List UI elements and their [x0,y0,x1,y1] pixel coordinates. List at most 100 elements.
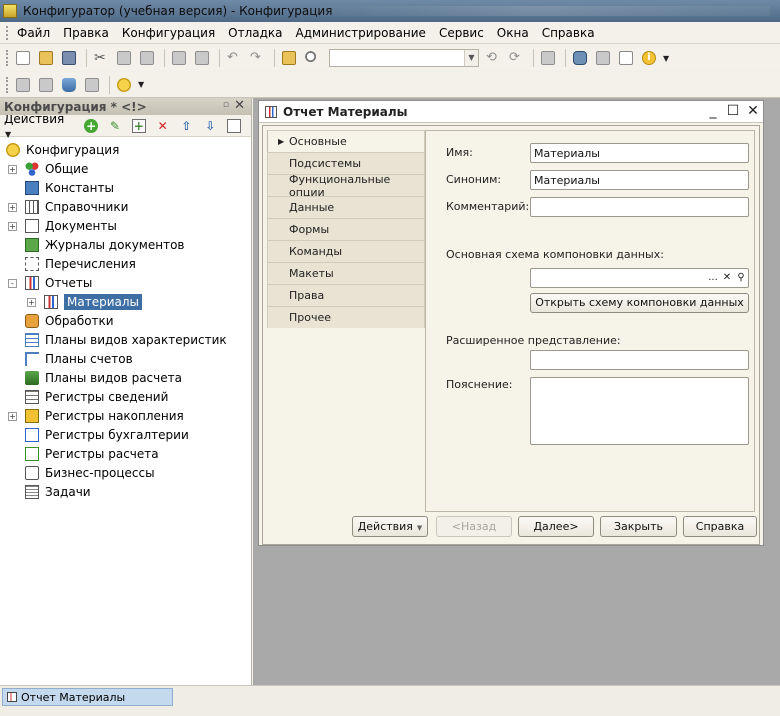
expand-icon[interactable]: + [27,298,36,307]
expand-icon[interactable]: + [8,203,17,212]
tree-item-19[interactable]: Задачи [0,483,251,502]
menu-file[interactable]: Файл [17,26,50,40]
menu-administration[interactable]: Администрирование [296,26,426,40]
tab-9[interactable]: Прочее [267,306,425,328]
close-button[interactable]: Закрыть [600,516,677,537]
open-button[interactable] [36,48,56,68]
maximize-icon[interactable]: ☐ [725,103,741,119]
tree-item-10[interactable]: Обработки [0,312,251,331]
copy-icon[interactable]: + [131,118,146,133]
tab-6[interactable]: Команды [267,240,425,262]
pin-icon[interactable]: ▫ [223,100,229,110]
name-field[interactable]: Материалы [530,143,749,163]
find-next-button[interactable]: ⟳ [506,48,526,68]
tree-item-18[interactable]: Бизнес-процессы [0,464,251,483]
help-button[interactable]: Справка [683,516,757,537]
tab-3[interactable]: Функциональные опции [267,173,425,199]
chevron-down-icon[interactable]: ▼ [138,80,144,89]
new-document-button[interactable] [13,48,33,68]
menu-configuration[interactable]: Конфигурация [122,26,215,40]
print-preview-button[interactable] [192,48,212,68]
next-button[interactable]: Далее> [518,516,594,537]
paste-button[interactable] [137,48,157,68]
tree-item-8[interactable]: - Отчеты [0,274,251,293]
close-icon[interactable]: ✕ [234,98,245,113]
tab-4[interactable]: Данные [267,196,425,218]
chevron-down-icon[interactable]: ▼ [663,54,669,63]
tab-2[interactable]: Подсистемы [267,152,425,174]
tree-item-4[interactable]: + Справочники [0,198,251,217]
tab-1[interactable]: ▶ Основные [267,130,425,152]
menu-help[interactable]: Справка [542,26,595,40]
tree-item-16[interactable]: Регистры бухгалтерии [0,426,251,445]
delete-icon[interactable]: ✕ [156,119,170,133]
redo-button[interactable]: ↷ [247,48,267,68]
add-icon[interactable]: + [84,118,99,133]
info-button[interactable]: i [639,48,659,68]
search-icon[interactable]: ⚲ [734,269,748,287]
help-book-button[interactable] [616,48,636,68]
menu-debug[interactable]: Отладка [228,26,282,40]
minimize-icon[interactable]: _ [705,103,721,119]
chevron-down-icon[interactable]: ▼ [464,50,478,66]
search-button[interactable] [302,48,322,68]
copy-button[interactable] [114,48,134,68]
update-db-button[interactable] [59,75,79,95]
open-config-button[interactable] [13,75,33,95]
actions-button[interactable]: Действия ▼ [352,516,428,537]
compare-config-button[interactable] [36,75,56,95]
clear-icon[interactable]: ✕ [720,269,734,287]
explanation-field[interactable] [530,377,749,445]
tree-item-3[interactable]: Константы [0,179,251,198]
expand-icon[interactable]: + [8,222,17,231]
run-debug-button[interactable] [114,75,134,95]
taskbar-tab-report[interactable]: Отчет Материалы [2,688,173,706]
list-icon[interactable] [227,118,242,133]
assistant-button[interactable] [570,48,590,68]
tree-item-15[interactable]: + Регистры накопления [0,407,251,426]
tree-item-5[interactable]: + Документы [0,217,251,236]
tree-item-17[interactable]: Регистры расчета [0,445,251,464]
undo-button[interactable]: ↶ [224,48,244,68]
tree-item-1[interactable]: Конфигурация [0,141,251,160]
menu-windows[interactable]: Окна [497,26,529,40]
save-button[interactable] [59,48,79,68]
windows-button[interactable] [538,48,558,68]
select-button[interactable]: ... [706,269,720,287]
properties-button[interactable] [82,75,102,95]
tree-item-2[interactable]: + Общие [0,160,251,179]
comment-field[interactable] [530,197,749,217]
back-button[interactable]: <Назад [436,516,512,537]
tree-item-7[interactable]: Перечисления [0,255,251,274]
cut-button[interactable]: ✂ [91,48,111,68]
tree-item-13[interactable]: Планы видов расчета [0,369,251,388]
tree-item-6[interactable]: Журналы документов [0,236,251,255]
move-down-icon[interactable]: ⇩ [203,119,217,133]
expand-icon[interactable]: + [8,165,17,174]
close-icon[interactable]: ✕ [745,103,761,119]
tree-item-14[interactable]: Регистры сведений [0,388,251,407]
search-input[interactable]: ▼ [329,49,479,67]
open-schema-button[interactable]: Открыть схему компоновки данных [530,293,749,313]
move-up-icon[interactable]: ⇧ [180,119,194,133]
collapse-icon[interactable]: - [8,279,17,288]
tree-item-9[interactable]: + Материалы [0,293,251,312]
menu-service[interactable]: Сервис [439,26,484,40]
actions-menu[interactable]: Действия ▼ [4,112,74,140]
print-button[interactable] [169,48,189,68]
find-in-folder-button[interactable] [279,48,299,68]
expand-icon[interactable]: + [8,412,17,421]
tree-item-label: Регистры расчета [45,447,159,461]
syntax-help-button[interactable] [593,48,613,68]
tree-item-12[interactable]: Планы счетов [0,350,251,369]
find-prev-button[interactable]: ⟲ [483,48,503,68]
tab-5[interactable]: Формы [267,218,425,240]
schema-field[interactable]: ... ✕ ⚲ [530,268,749,288]
ext-repr-field[interactable] [530,350,749,370]
synonym-field[interactable]: Материалы [530,170,749,190]
menu-edit[interactable]: Правка [63,26,109,40]
edit-icon[interactable]: ✎ [108,119,122,133]
tab-8[interactable]: Права [267,284,425,306]
tree-item-11[interactable]: Планы видов характеристик [0,331,251,350]
tab-7[interactable]: Макеты [267,262,425,284]
